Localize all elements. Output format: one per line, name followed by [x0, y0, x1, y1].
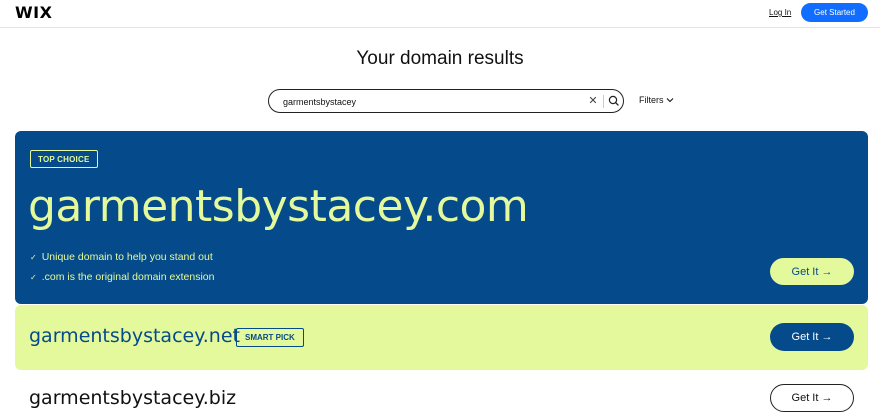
- get-it-button-biz[interactable]: Get It →: [770, 384, 854, 412]
- search-divider: [603, 95, 604, 108]
- domain-search-bar: ✕: [268, 89, 624, 113]
- check-icon: ✓: [30, 273, 37, 282]
- feature-item: ✓ .com is the original domain extension: [30, 271, 214, 283]
- top-choice-card: TOP CHOICE garmentsbystacey.com ✓ Unique …: [15, 131, 868, 304]
- close-icon[interactable]: ✕: [587, 94, 599, 108]
- feature-item: ✓ Unique domain to help you stand out: [30, 251, 213, 263]
- top-choice-badge: TOP CHOICE: [30, 150, 98, 168]
- domain-search-input[interactable]: [283, 94, 573, 109]
- domain-name-com: garmentsbystacey.com: [28, 181, 529, 232]
- get-started-button[interactable]: Get Started: [801, 3, 868, 22]
- login-link[interactable]: Log In: [769, 8, 791, 17]
- smart-pick-card: garmentsbystacey.net SMART PICK Get It →: [15, 305, 868, 370]
- domain-name-net: garmentsbystacey.net: [29, 325, 240, 347]
- page-title: Your domain results: [356, 48, 524, 69]
- get-it-button-net[interactable]: Get It →: [770, 323, 854, 351]
- top-navbar: WIX Log In Get Started: [0, 0, 880, 28]
- filters-label: Filters: [639, 95, 664, 105]
- check-icon: ✓: [30, 253, 37, 262]
- chevron-down-icon: [666, 95, 674, 105]
- filters-dropdown[interactable]: Filters: [639, 95, 674, 105]
- wix-logo[interactable]: WIX: [15, 3, 52, 22]
- feature-text: .com is the original domain extension: [41, 271, 215, 283]
- smart-pick-badge: SMART PICK: [236, 328, 304, 347]
- domain-name-biz: garmentsbystacey.biz: [29, 387, 237, 409]
- get-it-button-com[interactable]: Get It →: [770, 258, 854, 285]
- domain-result-row: garmentsbystacey.biz Get It →: [15, 371, 868, 418]
- feature-text: Unique domain to help you stand out: [41, 251, 213, 263]
- search-icon[interactable]: [607, 94, 621, 108]
